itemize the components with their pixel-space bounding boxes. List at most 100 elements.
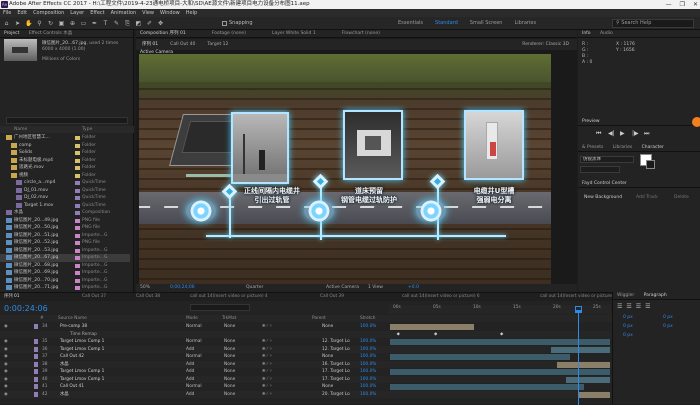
comp-breadcrumb-tab[interactable]: Target 12 [201,39,234,50]
tab-wiggler[interactable]: Wiggler [613,292,638,299]
label-color-swatch[interactable] [75,241,80,245]
preview-control-1-icon[interactable]: ◀| [608,130,615,137]
playhead-line[interactable] [578,313,579,405]
brush-tool-icon[interactable]: ✎ [113,20,120,27]
layer-mode[interactable]: Normal [186,383,202,391]
layer-trk[interactable]: None [224,361,235,369]
label-color-swatch[interactable] [75,196,80,200]
indent-field[interactable]: 0 px [663,324,673,329]
menu-item-animation[interactable]: Animation [111,9,137,17]
layer-row[interactable]: ◉ 40 Target Lmov Comp 1 Add None 17. Target L… [0,375,612,384]
label-color-swatch[interactable] [75,278,80,283]
menu-item-view[interactable]: View [142,9,154,17]
align-center-icon[interactable]: ☰ [626,303,631,310]
project-item[interactable]: DJ_02.mov QuickTime [0,194,130,202]
label-color-swatch[interactable] [75,226,80,230]
layer-parent[interactable]: 20. Target Lo [322,391,350,399]
layer-parent[interactable]: 12. Target Lo [322,346,350,354]
layer-row[interactable]: Time Remap ◆ ◆ ◆ [0,330,612,339]
delete-button[interactable]: Delete [674,195,689,200]
camera-tool-icon[interactable]: ▣ [58,20,65,27]
layer-row[interactable]: ◉ 37 Call Out 42 Normal None None 100.0% ✱ ⁄ ✧ [0,353,612,361]
rotate-tool-icon[interactable]: ↻ [47,20,54,27]
tab-preview[interactable]: Preview [578,118,604,125]
label-color-swatch[interactable] [75,166,80,170]
layer-label-color[interactable] [34,339,38,344]
preview-control-0-icon[interactable]: ⏮ [596,130,601,138]
layer-duration-bar[interactable] [579,391,610,398]
column-header-sourcename[interactable]: Source Name [58,315,87,322]
project-item[interactable]: 微信图片_20...71.jpg Importe...G [0,284,130,292]
label-color-swatch[interactable] [75,211,80,215]
layer-mode[interactable]: Add [186,346,194,354]
visibility-eye-icon[interactable]: ◉ [4,353,8,361]
composition-tab[interactable]: Composition 序列 01 [136,30,190,37]
visibility-eye-icon[interactable]: ◉ [4,338,8,346]
layer-duration-bar[interactable] [390,384,584,390]
column-header-trkmat[interactable]: TrkMat [222,315,236,322]
visibility-eye-icon[interactable]: ◉ [4,323,8,331]
timeline-tab[interactable]: Call Out 37 [82,293,106,301]
label-color-swatch[interactable] [75,173,80,178]
layer-mode[interactable]: Normal [186,353,202,361]
new-background-button[interactable]: New Background [584,195,622,200]
active-camera-dropdown[interactable]: Active Camera [326,284,359,292]
project-item[interactable]: 微信图片_20...70.jpg Importe...G [0,277,130,285]
snapping-checkbox[interactable] [222,20,227,26]
project-search-input[interactable] [6,117,128,124]
project-item[interactable]: 微信图片_20...53.jpg Importe...G [0,247,130,255]
layer-trk[interactable]: None [224,368,235,376]
menu-item-layer[interactable]: Layer [70,9,84,17]
project-item[interactable]: comp Folder [0,142,130,150]
layer-label-color[interactable] [34,324,38,329]
type-tool-icon[interactable]: T [102,20,109,27]
project-item[interactable]: DJ_01.mov QuickTime [0,187,130,195]
preview-control-2-icon[interactable]: ▶ [620,130,625,137]
tab-libraries[interactable]: Libraries [609,144,636,151]
search-help-input[interactable]: ⚲ Search Help [612,19,694,28]
timeline-tab[interactable]: call out 14(Insert video or picture) 4 [190,293,268,301]
project-item[interactable]: circle_a...mp4 QuickTime [0,179,130,187]
layer-mode[interactable]: Normal [186,338,202,346]
layer-trk[interactable]: None [224,346,235,354]
column-header-parent[interactable]: Parent [312,315,326,322]
exposure-value[interactable]: +0.0 [408,284,419,292]
menu-item-edit[interactable]: Edit [17,9,27,17]
keyframe-icon[interactable]: ◆ [434,331,437,339]
project-item[interactable]: 视频 Folder [0,172,130,180]
workspace-standard[interactable]: Standard [435,20,458,27]
layer-label-color[interactable] [34,354,38,359]
layer-row[interactable]: ◉ 34 Pre-comp 38 Normal None None 100.0% ✱ ⁄ ✧ [0,323,612,331]
menu-item-effect[interactable]: Effect [90,9,104,17]
layer-label-color[interactable] [34,361,38,367]
label-color-swatch[interactable] [75,263,80,268]
comp-breadcrumb-tab[interactable]: 序列 01 [136,39,164,50]
label-color-swatch[interactable] [75,136,80,140]
layer-mode[interactable]: Add [186,368,194,376]
composition-tab[interactable]: Layer White Solid 1 [268,30,320,37]
pan-behind-tool-icon[interactable]: ⊕ [69,20,76,27]
font-family-dropdown[interactable]: 仿锐黑体 [580,156,634,163]
rectangle-tool-icon[interactable]: ▭ [80,20,87,27]
justify-icon[interactable]: ☰ [645,303,650,310]
layer-row[interactable]: ◉ 41 Call Out 41 Normal None None 100.0% ✱ ⁄ ✧ [0,383,612,391]
menu-item-help[interactable]: Help [186,9,197,17]
roto-brush-tool-icon[interactable]: ✐ [146,20,153,27]
layer-duration-bar[interactable] [550,346,610,353]
layer-row[interactable]: ◉ 42 水晶 Add None 20. Target Lo 100.0% ✱ ⁄ ✧ [0,390,612,399]
switches-icon[interactable]: ✱ ⁄ ✧ [262,353,273,361]
switches-icon[interactable]: ✱ ⁄ ✧ [262,376,273,384]
layer-parent[interactable]: 17. Target Lo [322,376,350,384]
layer-mode[interactable]: Add [186,391,194,399]
indent-field[interactable]: 0 px [623,315,633,320]
label-color-swatch[interactable] [75,203,80,208]
layer-row[interactable]: ◉ 36 Target Lmov Comp 1 Add None 12. Target L… [0,345,612,354]
tab-info[interactable]: Info [578,30,595,37]
label-color-swatch[interactable] [75,248,80,253]
hand-tool-icon[interactable]: ✋ [25,20,32,27]
layer-mode[interactable]: Add [186,376,194,384]
home-icon[interactable]: ⌂ [3,20,10,27]
label-color-swatch[interactable] [75,181,80,185]
layer-duration-bar[interactable] [566,376,610,383]
visibility-eye-icon[interactable]: ◉ [4,391,8,399]
